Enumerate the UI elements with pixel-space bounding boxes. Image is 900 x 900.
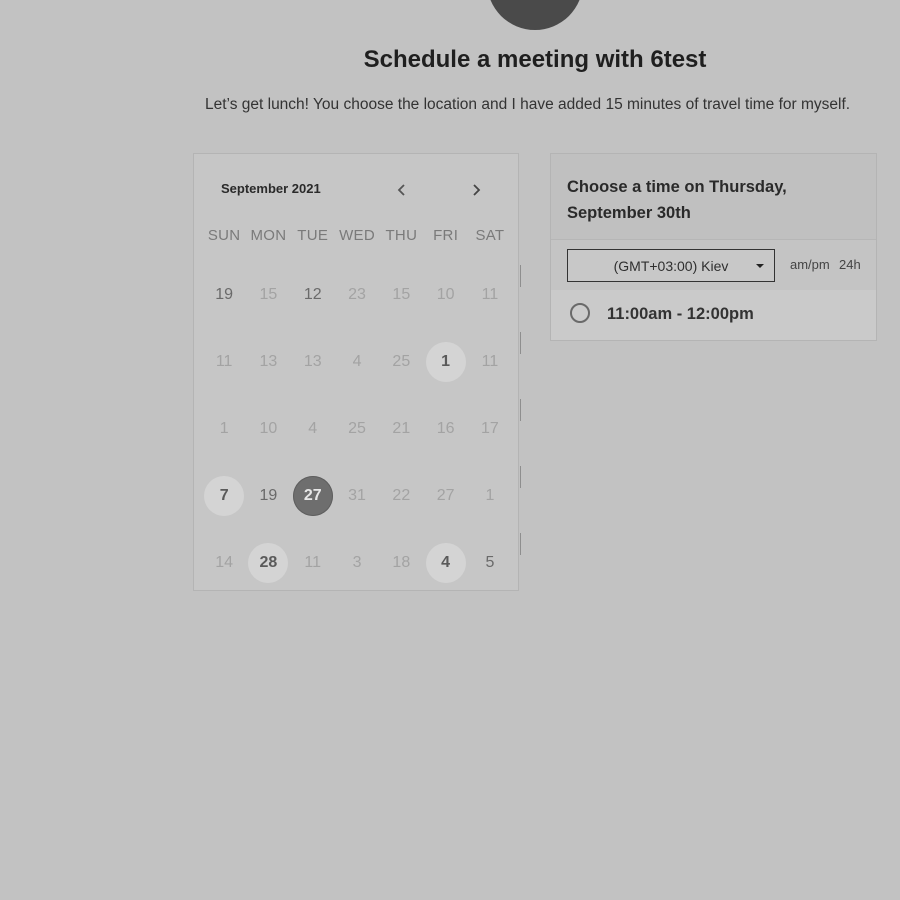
calendar-week-row: 14 28 11 3 18 4 5 xyxy=(202,529,521,596)
calendar-day[interactable]: 25 xyxy=(381,342,421,382)
calendar-week-row: 7 19 27 31 22 27 1 xyxy=(202,462,521,529)
calendar-day[interactable]: 11 xyxy=(204,342,244,382)
ampm-format-toggle[interactable]: am/pm xyxy=(790,257,830,272)
calendar-day[interactable]: 10 xyxy=(248,409,288,449)
calendar-day[interactable]: 1 xyxy=(204,409,244,449)
time-selection-panel: Choose a time on Thursday, September 30t… xyxy=(550,153,877,341)
time-panel-heading: Choose a time on Thursday, September 30t… xyxy=(551,154,876,240)
calendar-day[interactable]: 23 xyxy=(337,275,377,315)
calendar-day[interactable]: 16 xyxy=(426,409,466,449)
calendar-day[interactable]: 10 xyxy=(426,275,466,315)
calendar-day[interactable]: 3 xyxy=(337,543,377,583)
timezone-select[interactable]: (GMT+03:00) Kiev xyxy=(567,249,775,282)
calendar-day[interactable]: 4 xyxy=(425,542,466,583)
weekday-label: TUE xyxy=(297,227,329,244)
page-title: Schedule a meeting with 6test xyxy=(363,46,707,73)
calendar-day[interactable]: 15 xyxy=(248,275,288,315)
time-slot[interactable]: 11:00am - 12:00pm xyxy=(551,290,876,340)
scheduling-page: Schedule a meeting with 6test Let’s get … xyxy=(0,0,900,900)
weekday-label: MON xyxy=(250,227,287,244)
chevron-left-icon xyxy=(397,184,405,196)
calendar-day[interactable]: 11 xyxy=(293,543,333,583)
calendar-day[interactable]: 11 xyxy=(470,275,510,315)
weekday-label: THU xyxy=(385,227,418,244)
calendar-day[interactable]: 19 xyxy=(248,476,288,516)
calendar-day[interactable]: 1 xyxy=(425,341,466,382)
calendar-day[interactable]: 31 xyxy=(337,476,377,516)
calendar-day[interactable]: 12 xyxy=(293,275,333,315)
calendar-day[interactable]: 5 xyxy=(470,543,510,583)
meeting-description: Let’s get lunch! You choose the location… xyxy=(205,96,851,113)
calendar-day[interactable]: 27 xyxy=(426,476,466,516)
radio-button[interactable] xyxy=(570,303,590,323)
time-slot-label: 11:00am - 12:00pm xyxy=(607,305,754,323)
weekday-header: SUN MON TUE WED THU FRI SAT xyxy=(202,227,512,244)
calendar-day[interactable]: 4 xyxy=(337,342,377,382)
timezone-row: (GMT+03:00) Kiev am/pm 24h xyxy=(551,240,876,290)
calendar-day[interactable]: 17 xyxy=(470,409,510,449)
calendar-day[interactable]: 13 xyxy=(293,342,333,382)
calendar-day[interactable]: 25 xyxy=(337,409,377,449)
calendar-day[interactable]: 4 xyxy=(293,409,333,449)
calendar-day[interactable]: 11 xyxy=(470,342,510,382)
time-heading-line1: Choose a time on Thursday, xyxy=(567,178,787,196)
calendar-day[interactable]: 15 xyxy=(381,275,421,315)
time-heading-line2: September 30th xyxy=(567,204,691,222)
calendar-day[interactable]: 19 xyxy=(204,275,244,315)
previous-month-button[interactable] xyxy=(390,178,414,202)
calendar-day[interactable]: 13 xyxy=(248,342,288,382)
calendar-week-row: 1 10 4 25 21 16 17 xyxy=(202,395,521,462)
host-avatar xyxy=(487,0,583,30)
calendar-week-row: 11 13 13 4 25 1 11 xyxy=(202,328,521,395)
calendar-week-row: 19 15 12 23 15 10 11 xyxy=(202,261,521,328)
calendar-day[interactable]: 14 xyxy=(204,543,244,583)
calendar-grid: 19 15 12 23 15 10 11 11 13 13 4 25 1 11 1 10 4 25 21 16 17 7 1… xyxy=(202,261,521,596)
calendar-day[interactable]: 18 xyxy=(381,543,421,583)
chevron-right-icon xyxy=(473,184,481,196)
calendar-day-selected[interactable]: 27 xyxy=(292,475,333,516)
weekday-label: SAT xyxy=(475,227,505,244)
timezone-value: (GMT+03:00) Kiev xyxy=(613,257,729,274)
calendar-day[interactable]: 7 xyxy=(204,475,245,516)
calendar-panel: September 2021 SUN MON TUE WED THU FRI S… xyxy=(193,153,521,591)
24h-format-toggle[interactable]: 24h xyxy=(839,257,861,272)
calendar-day[interactable]: 28 xyxy=(248,542,289,583)
caret-down-icon xyxy=(756,264,764,268)
weekday-label: SUN xyxy=(207,227,241,244)
weekday-label: WED xyxy=(339,227,375,244)
calendar-day[interactable]: 1 xyxy=(470,476,510,516)
calendar-day[interactable]: 22 xyxy=(381,476,421,516)
calendar-month-label: September 2021 xyxy=(221,181,321,196)
weekday-label: FRI xyxy=(433,227,459,244)
next-month-button[interactable] xyxy=(464,178,488,202)
calendar-day[interactable]: 21 xyxy=(381,409,421,449)
